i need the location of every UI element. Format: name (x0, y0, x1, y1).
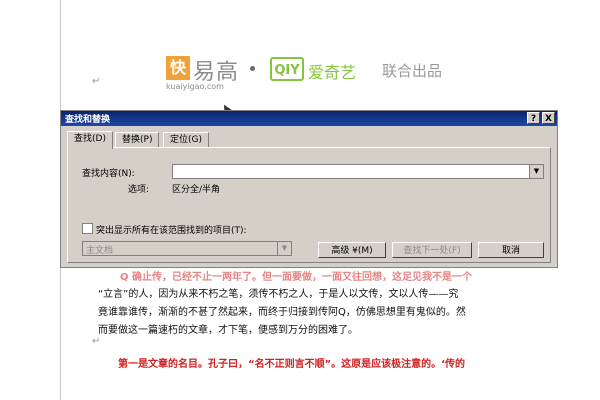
kuaiyigao-url: kuaiyigao.com (166, 82, 224, 91)
more-button[interactable]: 高级 ¥(M) (318, 242, 386, 258)
find-dropdown-arrow-icon[interactable]: ▼ (529, 165, 543, 178)
find-what-input[interactable]: ▼ (172, 164, 544, 179)
paragraph-line: 竟谁靠谁传，渐渐的不甚了然起来，而终于归接到传阿Q，仿佛思想里有鬼似的。然 (98, 307, 466, 318)
find-replace-dialog: 查找和替换 ? X 查找(D) 替换(P) 定位(G) 查找内容(N): ▼ 选… (60, 110, 558, 268)
options-label: 选项: (128, 185, 150, 195)
tab-goto[interactable]: 定位(G) (163, 132, 209, 148)
red-partial-line: Q 确止传，已经不止一两年了。但一面要做，一面又往回想，这足见我不是一个 (120, 272, 472, 283)
find-next-button[interactable]: 查找下一处(F) (392, 242, 472, 258)
joint-production-label: 联合出品 (382, 62, 443, 80)
dialog-titlebar[interactable]: 查找和替换 ? X (61, 111, 557, 126)
highlight-label: 突出显示所有在该范围找到的项目(T): (96, 226, 247, 236)
cancel-button[interactable]: 取消 (478, 242, 544, 258)
iqiyi-name: 爱奇艺 (308, 63, 357, 82)
tab-find[interactable]: 查找(D) (67, 131, 113, 149)
red-heading-line: 第一是文章的名目。孔子曰，“名不正则言不顺”。这原是应该极注意的。‘传的 (118, 359, 465, 370)
highlight-checkbox[interactable] (82, 223, 93, 234)
find-tab-panel: 查找内容(N): ▼ 选项: 区分全/半角 突出显示所有在该范围找到的项目(T)… (67, 147, 551, 263)
kuaiyigao-logo-icon: 快 (166, 56, 190, 80)
paragraph-line: 而要做这一篇速朽的文章，才下笔，便感到万分的困难了。 (98, 325, 358, 336)
iqiyi-logo-icon: QIY (270, 57, 304, 81)
find-what-label: 查找内容(N): (82, 169, 135, 179)
scope-dropdown-arrow-icon[interactable]: ▼ (277, 242, 291, 255)
tab-replace[interactable]: 替换(P) (115, 132, 160, 148)
paragraph-line: “立言”的人，因为从来不朽之笔，须传不朽之人，于是人以文传，文以人传——究 (98, 289, 459, 300)
separator-dot (250, 66, 255, 71)
close-button[interactable]: X (542, 112, 555, 124)
paragraph-mark: ↵ (92, 76, 101, 87)
logo-strip: 快 易高 kuaiyigao.com QIY 爱奇艺 联合出品 (150, 52, 470, 96)
scope-value: 主文档 (86, 246, 114, 256)
options-value: 区分全/半角 (172, 185, 221, 195)
scope-select[interactable]: 主文档 ▼ (82, 241, 292, 256)
help-button[interactable]: ? (527, 112, 540, 124)
dialog-title: 查找和替换 (65, 115, 111, 125)
